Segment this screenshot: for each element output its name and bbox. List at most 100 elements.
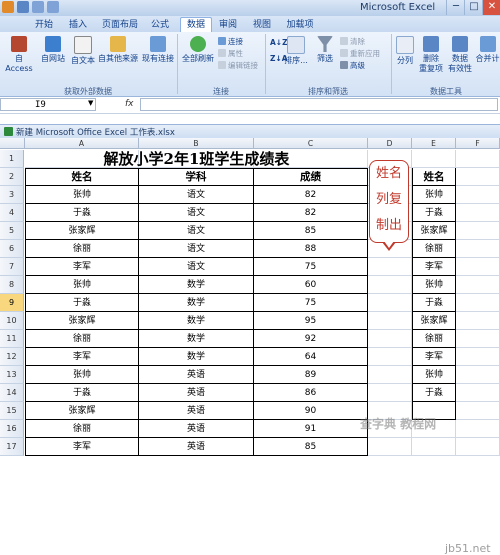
connections-button[interactable]: 连接 bbox=[218, 37, 243, 47]
cell-subject[interactable]: 英语 bbox=[139, 384, 254, 402]
cell-copy[interactable]: 徐丽 bbox=[412, 240, 456, 258]
tab-home[interactable]: 开始 bbox=[30, 18, 58, 32]
cell-f[interactable] bbox=[456, 420, 500, 438]
row-header[interactable]: 11 bbox=[0, 330, 24, 348]
cell-copy[interactable]: 于淼 bbox=[412, 384, 456, 402]
column-header-d[interactable]: D bbox=[368, 138, 412, 149]
cell-copy[interactable]: 张帅 bbox=[412, 366, 456, 384]
cell-name[interactable]: 李军 bbox=[25, 258, 139, 276]
cell-copy[interactable]: 张帅 bbox=[412, 276, 456, 294]
cell-subject[interactable]: 语文 bbox=[139, 258, 254, 276]
cell-d[interactable] bbox=[368, 366, 412, 384]
cell-f[interactable] bbox=[456, 186, 500, 204]
cell-score[interactable]: 85 bbox=[254, 438, 368, 456]
cell-name[interactable]: 张帅 bbox=[25, 186, 139, 204]
remove-duplicates-button[interactable]: 删除 重复项 bbox=[418, 36, 444, 74]
row-header[interactable]: 2 bbox=[0, 168, 24, 186]
row-header[interactable]: 9 bbox=[0, 294, 24, 312]
cell-f[interactable] bbox=[456, 438, 500, 456]
header-cell[interactable]: 姓名 bbox=[412, 168, 456, 186]
cell-d[interactable] bbox=[368, 276, 412, 294]
cell-f[interactable] bbox=[456, 222, 500, 240]
cell-copy[interactable]: 李军 bbox=[412, 258, 456, 276]
header-cell[interactable]: 学科 bbox=[139, 168, 254, 186]
consolidate-button[interactable]: 合并计 bbox=[475, 36, 500, 64]
row-header[interactable]: 5 bbox=[0, 222, 24, 240]
cell-score[interactable]: 88 bbox=[254, 240, 368, 258]
cell-score[interactable]: 82 bbox=[254, 204, 368, 222]
cell-d[interactable] bbox=[368, 348, 412, 366]
cell-subject[interactable]: 英语 bbox=[139, 438, 254, 456]
close-button[interactable]: ✕ bbox=[482, 0, 500, 15]
cell-name[interactable]: 李军 bbox=[25, 438, 139, 456]
cell-score[interactable]: 95 bbox=[254, 312, 368, 330]
cell-subject[interactable]: 数学 bbox=[139, 276, 254, 294]
cell-subject[interactable]: 数学 bbox=[139, 330, 254, 348]
cell-subject[interactable]: 英语 bbox=[139, 402, 254, 420]
cell-copy[interactable] bbox=[412, 438, 456, 456]
cell-f[interactable] bbox=[456, 258, 500, 276]
cell-d[interactable] bbox=[368, 330, 412, 348]
row-header[interactable]: 6 bbox=[0, 240, 24, 258]
data-validation-button[interactable]: 数据 有效性 bbox=[446, 36, 474, 74]
tab-view[interactable]: 视图 bbox=[248, 18, 276, 32]
cell-score[interactable]: 86 bbox=[254, 384, 368, 402]
tab-review[interactable]: 审阅 bbox=[214, 18, 242, 32]
tab-add-ins[interactable]: 加载项 bbox=[282, 18, 318, 32]
row-header[interactable]: 16 bbox=[0, 420, 24, 438]
cell-score[interactable]: 82 bbox=[254, 186, 368, 204]
minimize-button[interactable]: ─ bbox=[446, 0, 465, 15]
cell-subject[interactable]: 数学 bbox=[139, 312, 254, 330]
cell-d[interactable] bbox=[368, 312, 412, 330]
cell-name[interactable]: 张帅 bbox=[25, 276, 139, 294]
sheet-title[interactable]: 解放小学2年1班学生成绩表 bbox=[25, 150, 368, 169]
formula-input[interactable] bbox=[140, 98, 498, 111]
cell-name[interactable]: 徐丽 bbox=[25, 330, 139, 348]
properties-button[interactable]: 属性 bbox=[218, 49, 243, 59]
cell-f[interactable] bbox=[456, 312, 500, 330]
cell-name[interactable]: 李军 bbox=[25, 348, 139, 366]
cell-score[interactable]: 60 bbox=[254, 276, 368, 294]
filter-button[interactable]: 筛选 bbox=[313, 36, 337, 64]
cell-name[interactable]: 张帅 bbox=[25, 366, 139, 384]
cell-subject[interactable]: 语文 bbox=[139, 222, 254, 240]
cell-copy[interactable]: 张家辉 bbox=[412, 312, 456, 330]
cell-f[interactable] bbox=[456, 204, 500, 222]
cell-copy[interactable]: 张家辉 bbox=[412, 222, 456, 240]
sort-button[interactable]: 排序... bbox=[283, 36, 309, 66]
cell-subject[interactable]: 语文 bbox=[139, 186, 254, 204]
column-header-f[interactable]: F bbox=[456, 138, 500, 149]
column-header-c[interactable]: C bbox=[254, 138, 368, 149]
row-header[interactable]: 7 bbox=[0, 258, 24, 276]
cell-score[interactable]: 89 bbox=[254, 366, 368, 384]
insert-function-button[interactable]: fx bbox=[125, 99, 134, 109]
tab-data[interactable]: 数据 bbox=[180, 17, 212, 33]
row-header[interactable]: 1 bbox=[0, 150, 24, 168]
advanced-filter-button[interactable]: 高级 bbox=[340, 61, 365, 71]
cell-f[interactable] bbox=[456, 366, 500, 384]
undo-icon[interactable] bbox=[32, 1, 44, 13]
edit-links-button[interactable]: 编辑链接 bbox=[218, 61, 258, 71]
existing-connections-button[interactable]: 现有连接 bbox=[140, 36, 176, 64]
cell-f[interactable] bbox=[456, 168, 500, 186]
tab-insert[interactable]: 插入 bbox=[64, 18, 92, 32]
column-header-b[interactable]: B bbox=[139, 138, 254, 149]
row-header[interactable]: 8 bbox=[0, 276, 24, 294]
cell-copy[interactable]: 于淼 bbox=[412, 294, 456, 312]
cell-name[interactable]: 于淼 bbox=[25, 204, 139, 222]
clear-button[interactable]: 清除 bbox=[340, 37, 365, 47]
cell-subject[interactable]: 语文 bbox=[139, 204, 254, 222]
cell-name[interactable]: 张家辉 bbox=[25, 312, 139, 330]
cell-d[interactable] bbox=[368, 294, 412, 312]
cell-f[interactable] bbox=[456, 348, 500, 366]
save-icon[interactable] bbox=[17, 1, 29, 13]
tab-page-layout[interactable]: 页面布局 bbox=[100, 18, 140, 32]
cell-f[interactable] bbox=[456, 294, 500, 312]
cell-f[interactable] bbox=[456, 150, 500, 168]
cell-copy[interactable] bbox=[412, 150, 456, 168]
cell-d[interactable] bbox=[368, 384, 412, 402]
from-text-button[interactable]: 自文本 bbox=[68, 36, 98, 66]
cell-copy[interactable]: 李军 bbox=[412, 348, 456, 366]
header-cell[interactable]: 成绩 bbox=[254, 168, 368, 186]
refresh-all-button[interactable]: 全部刷新 bbox=[180, 36, 216, 64]
